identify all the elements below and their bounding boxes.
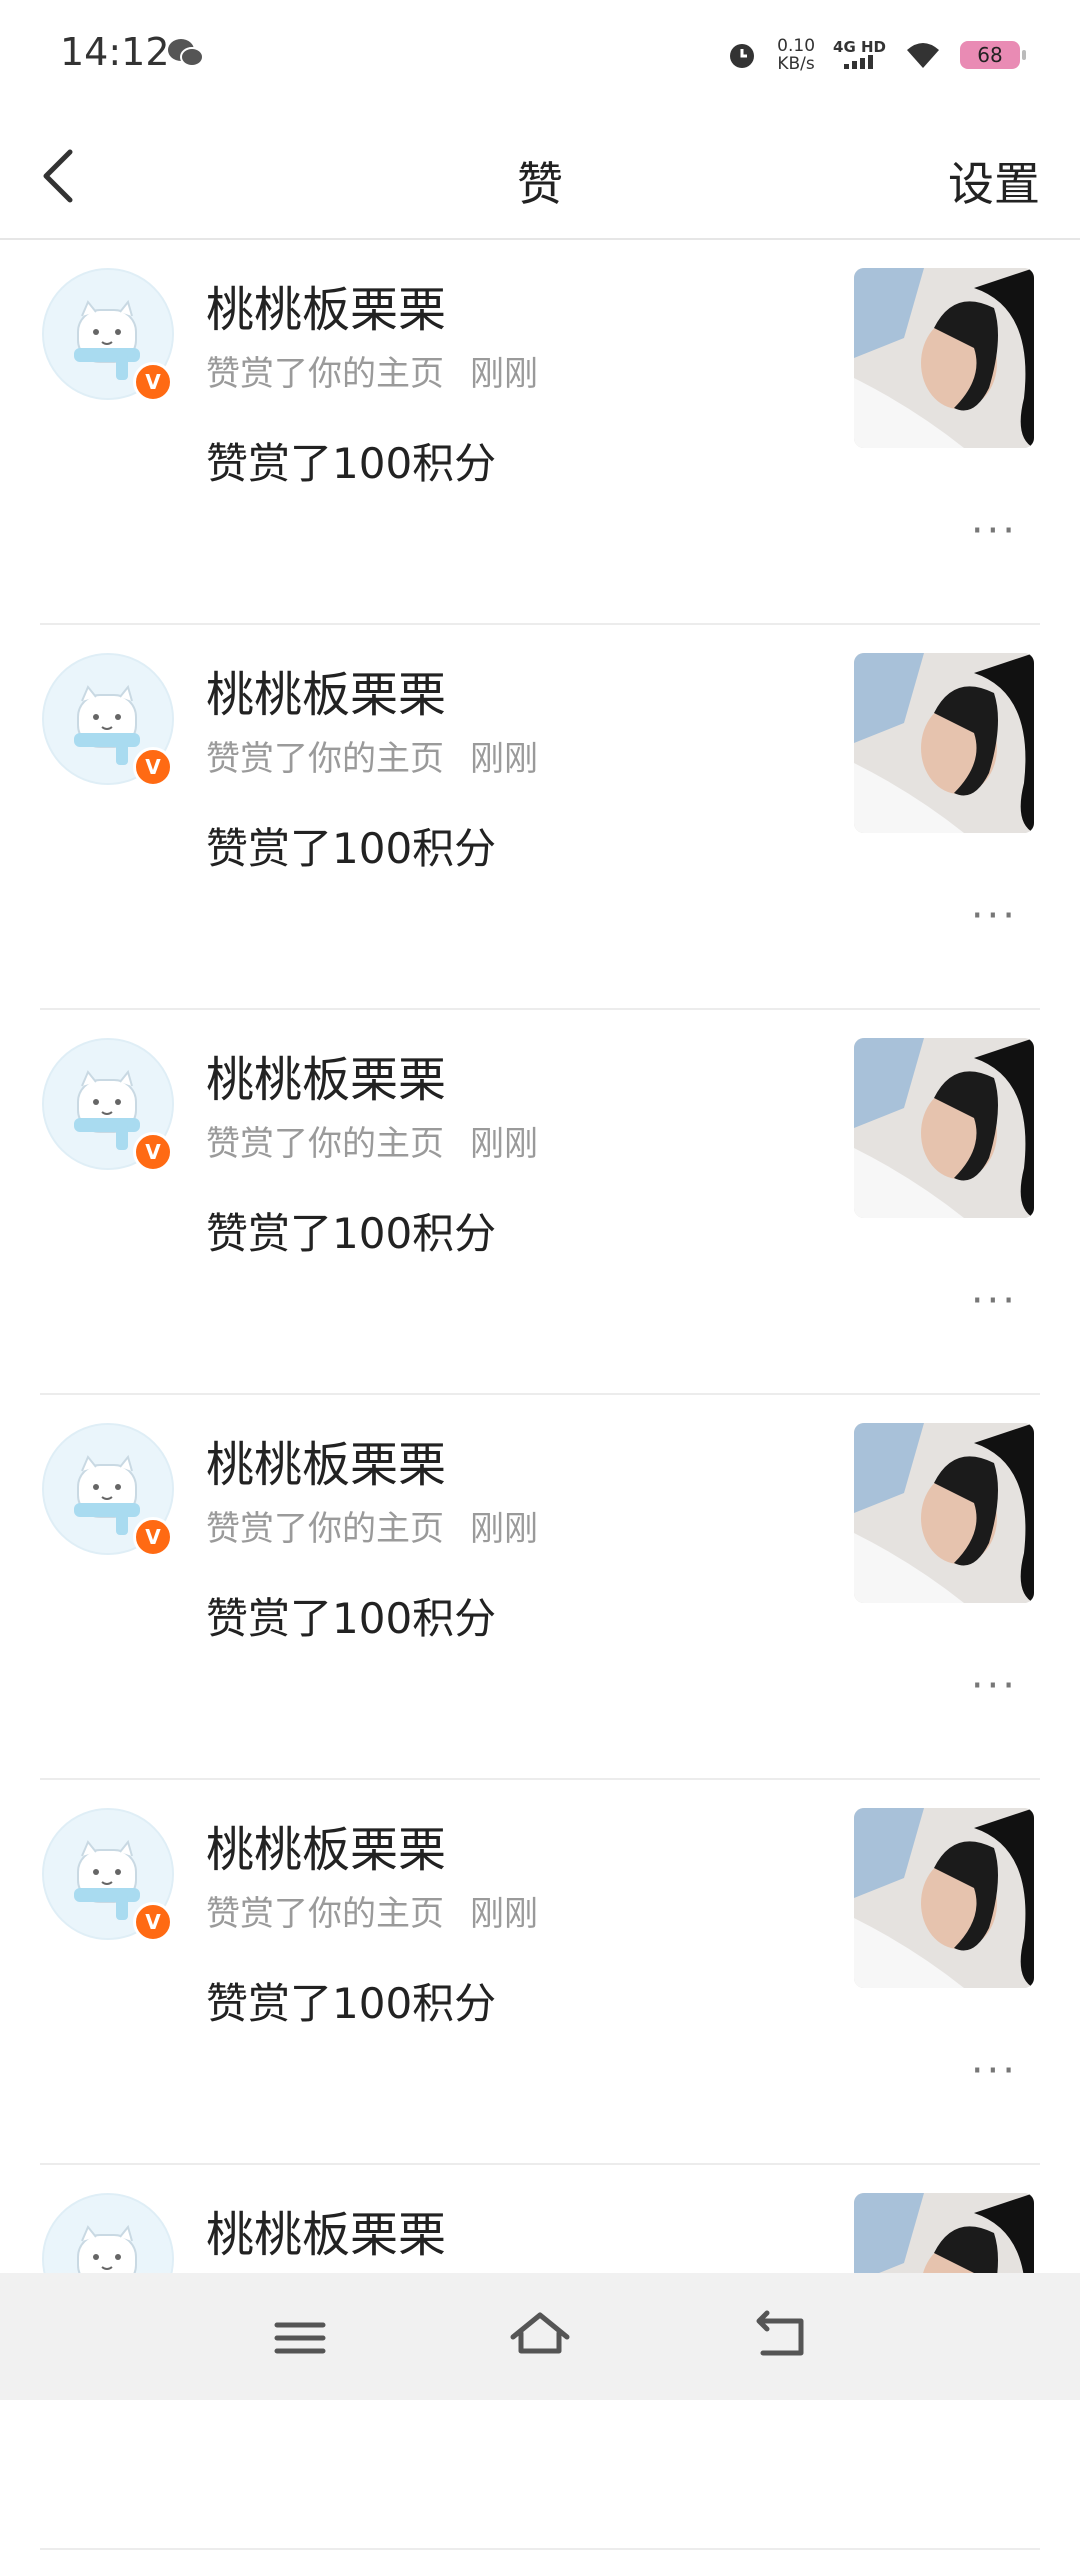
system-nav-bar — [0, 2273, 1080, 2400]
more-options-button[interactable]: ··· — [971, 1278, 1018, 1324]
time-text: 刚刚 — [470, 1124, 538, 1164]
user-name[interactable]: 桃桃板栗栗 — [206, 655, 446, 725]
back-nav-icon[interactable] — [745, 2303, 815, 2373]
settings-button[interactable]: 设置 — [948, 148, 1040, 214]
user-name[interactable]: 桃桃板栗栗 — [206, 270, 446, 340]
home-icon[interactable] — [505, 2303, 575, 2373]
action-meta: 赞赏了你的主页 刚刚 — [206, 346, 538, 395]
network-speed: 0.10 KB/s — [777, 36, 816, 74]
list-item[interactable]: V 桃桃板栗栗 赞赏了你的主页 刚刚 赞赏了100积分 ··· — [40, 625, 1040, 1010]
photo-image — [854, 653, 1034, 833]
list-item[interactable]: V 桃桃板栗栗 赞赏了你的主页 刚刚 赞赏了100积分 ··· — [40, 240, 1040, 625]
verified-badge: V — [133, 362, 173, 402]
photo-image — [854, 268, 1034, 448]
battery-indicator: 68 — [960, 41, 1026, 69]
reward-text: 赞赏了100积分 — [206, 1594, 497, 1643]
user-name[interactable]: 桃桃板栗栗 — [206, 1425, 446, 1495]
action-text: 赞赏了你的主页 — [206, 1124, 444, 1164]
list-item[interactable]: V 桃桃板栗栗 赞赏了你的主页 刚刚 赞赏了100积分 ··· — [40, 1010, 1040, 1395]
post-thumbnail[interactable] — [854, 268, 1034, 448]
post-thumbnail[interactable] — [854, 1808, 1034, 1988]
more-options-button[interactable]: ··· — [971, 508, 1018, 554]
reward-text: 赞赏了100积分 — [206, 439, 497, 488]
user-name[interactable]: 桃桃板栗栗 — [206, 2195, 446, 2265]
status-icons: 0.10 KB/s 4G HD 68 — [725, 30, 1026, 80]
action-text: 赞赏了你的主页 — [206, 1894, 444, 1934]
user-name[interactable]: 桃桃板栗栗 — [206, 1040, 446, 1110]
photo-image — [854, 1808, 1034, 1988]
more-options-button[interactable]: ··· — [971, 1663, 1018, 1709]
wechat-icon — [168, 39, 204, 67]
menu-icon[interactable] — [265, 2303, 335, 2373]
status-bar: 14:12 0.10 KB/s 4G HD 68 — [0, 0, 1080, 110]
network-type: 4G HD — [833, 39, 886, 72]
reward-text: 赞赏了100积分 — [206, 824, 497, 873]
action-text: 赞赏了你的主页 — [206, 354, 444, 394]
reward-text: 赞赏了100积分 — [206, 1209, 497, 1258]
reward-text: 赞赏了100积分 — [206, 1979, 497, 2028]
list-item[interactable]: V 桃桃板栗栗 赞赏了你的主页 刚刚 赞赏了100积分 ··· — [40, 1395, 1040, 1780]
alarm-icon — [730, 44, 755, 68]
status-time: 14:12 — [60, 30, 170, 74]
action-meta: 赞赏了你的主页 刚刚 — [206, 1501, 538, 1550]
verified-badge: V — [133, 1132, 173, 1172]
top-bar: 赞 设置 — [0, 110, 1080, 240]
more-options-button[interactable]: ··· — [971, 893, 1018, 939]
time-text: 刚刚 — [470, 1509, 538, 1549]
user-name[interactable]: 桃桃板栗栗 — [206, 1810, 446, 1880]
action-meta: 赞赏了你的主页 刚刚 — [206, 731, 538, 780]
time-text: 刚刚 — [470, 1894, 538, 1934]
post-thumbnail[interactable] — [854, 653, 1034, 833]
action-text: 赞赏了你的主页 — [206, 739, 444, 779]
verified-badge: V — [133, 1517, 173, 1557]
post-thumbnail[interactable] — [854, 1038, 1034, 1218]
signal-icon — [843, 54, 873, 69]
wifi-icon — [907, 43, 939, 68]
post-thumbnail[interactable] — [854, 1423, 1034, 1603]
page-title: 赞 — [517, 157, 563, 211]
action-meta: 赞赏了你的主页 刚刚 — [206, 1116, 538, 1165]
photo-image — [854, 1423, 1034, 1603]
verified-badge: V — [133, 747, 173, 787]
like-list: V 桃桃板栗栗 赞赏了你的主页 刚刚 赞赏了100积分 ··· V 桃桃板栗栗 … — [0, 240, 1080, 2550]
more-options-button[interactable]: ··· — [971, 2048, 1018, 2094]
action-meta: 赞赏了你的主页 刚刚 — [206, 1886, 538, 1935]
action-text: 赞赏了你的主页 — [206, 1509, 444, 1549]
verified-badge: V — [133, 1902, 173, 1942]
photo-image — [854, 1038, 1034, 1218]
list-item[interactable]: V 桃桃板栗栗 赞赏了你的主页 刚刚 赞赏了100积分 ··· — [40, 1780, 1040, 2165]
time-text: 刚刚 — [470, 739, 538, 779]
time-text: 刚刚 — [470, 354, 538, 394]
